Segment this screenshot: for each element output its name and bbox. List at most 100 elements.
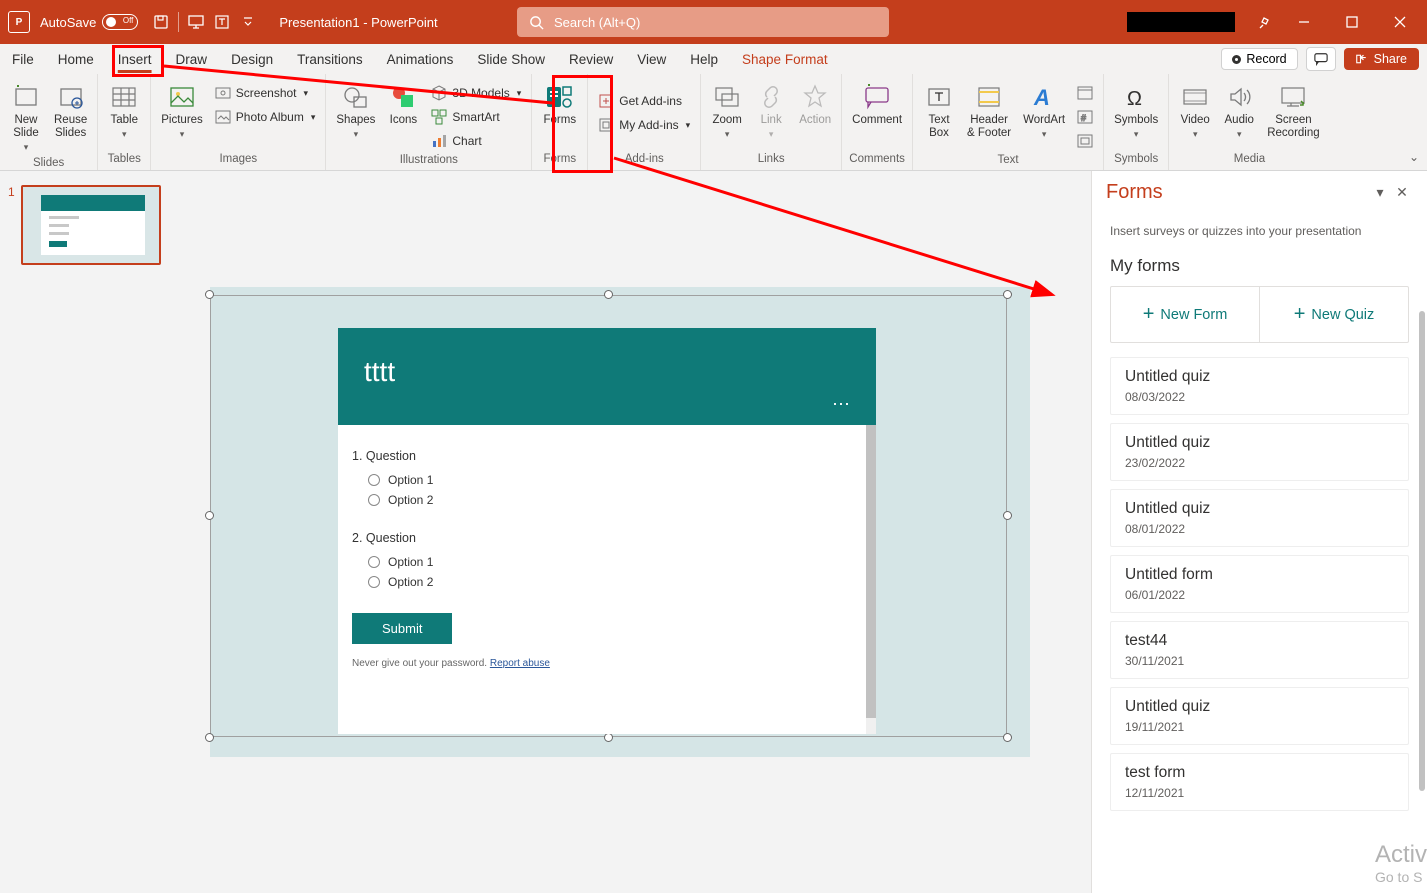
search-box[interactable]: Search (Alt+Q) xyxy=(517,7,889,37)
form-list-item[interactable]: Untitled quiz19/11/2021 xyxy=(1110,687,1409,745)
group-forms: Forms Forms xyxy=(532,74,588,170)
audio-button[interactable]: Audio▾ xyxy=(1219,78,1259,142)
action-icon xyxy=(801,80,829,114)
present-from-beginning-icon[interactable] xyxy=(183,9,209,35)
pane-close-icon[interactable]: ✕ xyxy=(1391,184,1413,201)
screen-recording-button[interactable]: Screen Recording xyxy=(1263,78,1323,142)
reuse-slides-button[interactable]: Reuse Slides xyxy=(50,78,91,142)
embedded-form[interactable]: tttt ⋯ 1. Question Option 1 Option 2 2. … xyxy=(338,328,876,734)
new-form-button[interactable]: +New Form xyxy=(1111,287,1260,342)
resize-handle-bm[interactable] xyxy=(604,733,613,742)
symbols-button[interactable]: ΩSymbols▾ xyxy=(1110,78,1162,142)
form-list: Untitled quiz08/03/2022 Untitled quiz23/… xyxy=(1092,357,1427,819)
group-illustrations: Shapes▾ Icons 3D Models▾ SmartArt Chart … xyxy=(326,74,532,170)
form-list-item[interactable]: Untitled quiz08/01/2022 xyxy=(1110,489,1409,547)
tab-home[interactable]: Home xyxy=(46,44,106,74)
svg-text:#: # xyxy=(1081,113,1086,123)
share-button[interactable]: Share xyxy=(1344,48,1419,70)
tab-design[interactable]: Design xyxy=(219,44,285,74)
resize-handle-tr[interactable] xyxy=(1003,290,1012,299)
form-menu-icon[interactable]: ⋯ xyxy=(832,394,852,415)
accessibility-icon[interactable] xyxy=(209,9,235,35)
form-list-item[interactable]: Untitled quiz23/02/2022 xyxy=(1110,423,1409,481)
forms-pane-title: Forms xyxy=(1106,181,1369,204)
video-button[interactable]: Video▾ xyxy=(1175,78,1215,142)
tab-insert[interactable]: Insert xyxy=(106,44,164,74)
submit-button[interactable]: Submit xyxy=(352,613,452,644)
autosave-switch[interactable]: Off xyxy=(102,14,138,30)
header-footer-button[interactable]: Header & Footer xyxy=(963,78,1015,142)
tab-draw[interactable]: Draw xyxy=(164,44,220,74)
3d-models-button[interactable]: 3D Models▾ xyxy=(427,82,525,104)
group-links: Zoom▾ Link▾ Action Links xyxy=(701,74,842,170)
report-abuse-link[interactable]: Report abuse xyxy=(490,658,550,669)
pane-options-icon[interactable]: ▾ xyxy=(1369,184,1391,201)
get-addins-button[interactable]: Get Add-ins xyxy=(594,90,694,112)
form-list-item[interactable]: test4430/11/2021 xyxy=(1110,621,1409,679)
plus-icon: + xyxy=(1294,303,1306,326)
svg-text:A: A xyxy=(1033,85,1050,110)
tab-slide-show[interactable]: Slide Show xyxy=(465,44,557,74)
icons-button[interactable]: Icons xyxy=(383,78,423,129)
action-button[interactable]: Action xyxy=(795,78,835,129)
object-button[interactable] xyxy=(1073,130,1097,152)
chart-button[interactable]: Chart xyxy=(427,130,525,152)
resize-handle-tl[interactable] xyxy=(205,290,214,299)
tab-shape-format[interactable]: Shape Format xyxy=(730,44,840,74)
text-box-button[interactable]: Text Box xyxy=(919,78,959,142)
slide-thumbnail-1[interactable] xyxy=(21,185,161,265)
pictures-button[interactable]: Pictures▾ xyxy=(157,78,207,142)
customize-qat-icon[interactable] xyxy=(235,9,261,35)
tab-help[interactable]: Help xyxy=(678,44,730,74)
maximize-button[interactable] xyxy=(1329,0,1375,44)
resize-handle-mr[interactable] xyxy=(1003,511,1012,520)
comments-toggle[interactable] xyxy=(1306,47,1336,71)
wordart-button[interactable]: AWordArt▾ xyxy=(1019,78,1069,142)
table-button[interactable]: Table▾ xyxy=(104,78,144,142)
form-list-item[interactable]: Untitled quiz08/03/2022 xyxy=(1110,357,1409,415)
tab-file[interactable]: File xyxy=(0,44,46,74)
new-slide-button[interactable]: New Slide▾ xyxy=(6,78,46,155)
forms-button[interactable]: Forms xyxy=(539,78,580,129)
q1-option-1[interactable]: Option 1 xyxy=(368,473,862,487)
screenshot-button[interactable]: Screenshot▾ xyxy=(211,82,320,104)
record-dot-icon xyxy=(1232,55,1241,64)
link-icon xyxy=(757,80,785,114)
reuse-slides-icon xyxy=(57,80,85,114)
save-icon[interactable] xyxy=(148,9,174,35)
resize-handle-br[interactable] xyxy=(1003,733,1012,742)
coming-soon-icon[interactable] xyxy=(1253,9,1279,35)
new-quiz-button[interactable]: +New Quiz xyxy=(1260,287,1408,342)
tab-view[interactable]: View xyxy=(625,44,678,74)
resize-handle-tm[interactable] xyxy=(604,290,613,299)
form-list-item[interactable]: Untitled form06/01/2022 xyxy=(1110,555,1409,613)
autosave-toggle[interactable]: AutoSave Off xyxy=(40,14,138,30)
tab-transitions[interactable]: Transitions xyxy=(285,44,375,74)
forms-pane-scrollbar[interactable] xyxy=(1419,311,1425,791)
q1-option-2[interactable]: Option 2 xyxy=(368,493,862,507)
tab-animations[interactable]: Animations xyxy=(375,44,466,74)
smartart-button[interactable]: SmartArt xyxy=(427,106,525,128)
link-button[interactable]: Link▾ xyxy=(751,78,791,142)
date-time-button[interactable] xyxy=(1073,82,1097,104)
q2-option-1[interactable]: Option 1 xyxy=(368,555,862,569)
shapes-button[interactable]: Shapes▾ xyxy=(332,78,379,142)
minimize-button[interactable] xyxy=(1281,0,1327,44)
resize-handle-bl[interactable] xyxy=(205,733,214,742)
collapse-ribbon-icon[interactable]: ⌄ xyxy=(1409,150,1419,164)
resize-handle-ml[interactable] xyxy=(205,511,214,520)
comment-button[interactable]: Comment xyxy=(848,78,906,129)
zoom-button[interactable]: Zoom▾ xyxy=(707,78,747,142)
slide-number-button[interactable]: # xyxy=(1073,106,1097,128)
record-button[interactable]: Record xyxy=(1221,48,1297,70)
form-list-item[interactable]: test form12/11/2021 xyxy=(1110,753,1409,811)
slide-canvas[interactable]: tttt ⋯ 1. Question Option 1 Option 2 2. … xyxy=(192,171,1091,893)
close-button[interactable] xyxy=(1377,0,1423,44)
tab-review[interactable]: Review xyxy=(557,44,625,74)
q2-option-2[interactable]: Option 2 xyxy=(368,575,862,589)
photo-album-button[interactable]: Photo Album▾ xyxy=(211,106,320,128)
pictures-icon xyxy=(168,80,196,114)
document-title: Presentation1 - PowerPoint xyxy=(279,15,437,30)
my-addins-button[interactable]: My Add-ins▾ xyxy=(594,114,694,136)
account-redacted xyxy=(1127,12,1235,32)
